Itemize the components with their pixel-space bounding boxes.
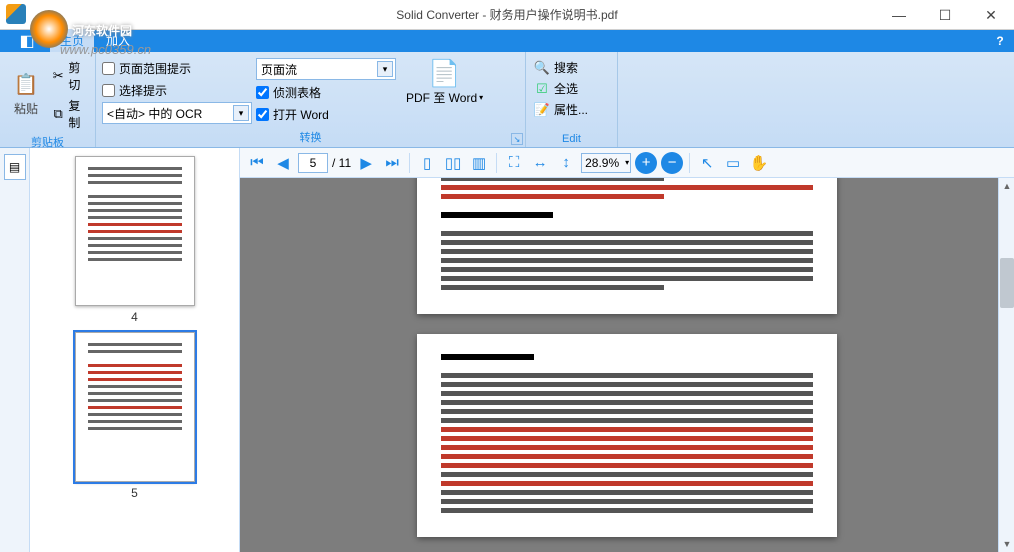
- thumbnail-page-4-number: 4: [75, 310, 195, 324]
- group-convert-label: 转换: [102, 127, 519, 145]
- search-icon: 🔍: [534, 60, 550, 76]
- group-convert: 页面范围提示 选择提示 <自动> 中的 OCR ▾ 页面流 ▾ 侦测表格: [96, 52, 526, 147]
- document-page: [417, 178, 837, 314]
- pdf-to-word-icon: 📄: [428, 58, 460, 89]
- group-edit-label: Edit: [532, 131, 611, 145]
- copy-label: 复制: [68, 97, 87, 131]
- vertical-tabstrip: ▤: [0, 148, 30, 552]
- page-number-input[interactable]: [298, 153, 328, 173]
- content-area: ▤ 4 5 ⏮ ◀ / 11 ▶: [0, 148, 1014, 552]
- open-word-label: 打开 Word: [273, 106, 329, 123]
- page-total-label: / 11: [332, 156, 351, 170]
- two-page-view-button[interactable]: ▯▯: [442, 152, 464, 174]
- ocr-select[interactable]: <自动> 中的 OCR ▾: [102, 102, 252, 124]
- paste-icon: 📋: [13, 72, 39, 98]
- first-page-button[interactable]: ⏮: [246, 152, 268, 174]
- window-title: Solid Converter - 财务用户操作说明书.pdf: [396, 6, 617, 23]
- properties-label: 属性...: [554, 101, 588, 118]
- chevron-down-icon: ▾: [479, 93, 483, 102]
- zoom-in-button[interactable]: +: [635, 152, 657, 174]
- prev-page-button[interactable]: ◀: [272, 152, 294, 174]
- ribbon-tabs: ◧ 主页 加入 ?: [0, 30, 1014, 52]
- page-range-hint-label: 页面范围提示: [119, 60, 191, 77]
- app-logo-icon: [6, 4, 26, 24]
- group-clipboard-label: 剪贴板: [6, 132, 89, 150]
- pageflow-select-value: 页面流: [261, 61, 297, 78]
- select-all-label: 全选: [554, 80, 578, 97]
- copy-icon: ⧉: [52, 106, 64, 122]
- minimize-button[interactable]: —: [876, 0, 922, 30]
- group-clipboard: 📋 粘贴 ✂ 剪切 ⧉ 复制 剪贴板: [0, 52, 96, 147]
- pdf-to-word-label: PDF 至 Word: [406, 89, 477, 106]
- hand-tool-button[interactable]: ✋: [748, 152, 770, 174]
- zoom-out-button[interactable]: −: [661, 152, 683, 174]
- marquee-tool-button[interactable]: ▭: [722, 152, 744, 174]
- detect-table-label: 侦测表格: [273, 84, 321, 101]
- document-page: [417, 334, 837, 537]
- pointer-tool-button[interactable]: ↖: [696, 152, 718, 174]
- detect-table-checkbox[interactable]: 侦测表格: [256, 82, 396, 102]
- pageflow-select[interactable]: 页面流 ▾: [256, 58, 396, 80]
- cut-button[interactable]: ✂ 剪切: [50, 58, 89, 94]
- select-hint-checkbox[interactable]: 选择提示: [102, 80, 252, 100]
- maximize-button[interactable]: ☐: [922, 0, 968, 30]
- dropdown-arrow-icon: ▾: [377, 61, 393, 77]
- pdf-to-word-button[interactable]: 📄 PDF 至 Word▾: [400, 56, 489, 127]
- next-page-button[interactable]: ▶: [355, 152, 377, 174]
- search-label: 搜索: [554, 59, 578, 76]
- select-all-button[interactable]: ☑ 全选: [532, 79, 590, 98]
- ocr-select-value: <自动> 中的 OCR: [107, 105, 202, 122]
- cut-label: 剪切: [68, 59, 87, 93]
- close-button[interactable]: ✕: [968, 0, 1014, 30]
- document-canvas[interactable]: www.pHome: [240, 178, 1014, 552]
- last-page-button[interactable]: ⏭: [381, 152, 403, 174]
- fit-page-button[interactable]: ⛶: [503, 152, 525, 174]
- chevron-down-icon: ▾: [625, 158, 629, 167]
- paste-button[interactable]: 📋 粘贴: [6, 56, 46, 132]
- copy-button[interactable]: ⧉ 复制: [50, 96, 89, 132]
- page-range-hint-checkbox[interactable]: 页面范围提示: [102, 58, 252, 78]
- select-all-icon: ☑: [534, 81, 550, 97]
- properties-icon: 📝: [534, 102, 550, 118]
- thumbnail-page-5-number: 5: [75, 486, 195, 500]
- single-page-view-button[interactable]: ▯: [416, 152, 438, 174]
- paste-label: 粘贴: [14, 100, 38, 117]
- titlebar: Solid Converter - 财务用户操作说明书.pdf — ☐ ✕: [0, 0, 1014, 30]
- scroll-up-arrow-icon[interactable]: ▲: [999, 178, 1014, 194]
- thumbnails-tab[interactable]: ▤: [4, 154, 26, 180]
- vertical-scrollbar[interactable]: ▲ ▼: [998, 178, 1014, 552]
- fit-height-button[interactable]: ↕: [555, 152, 577, 174]
- zoom-combo[interactable]: 28.9% ▾: [581, 153, 631, 173]
- select-hint-label: 选择提示: [119, 82, 167, 99]
- open-word-checkbox[interactable]: 打开 Word: [256, 104, 396, 124]
- scrollbar-thumb[interactable]: [1000, 258, 1014, 308]
- dropdown-arrow-icon: ▾: [233, 105, 249, 121]
- thumbnail-page-4[interactable]: 4: [75, 156, 195, 324]
- cut-icon: ✂: [52, 68, 64, 84]
- viewer-toolbar: ⏮ ◀ / 11 ▶ ⏭ ▯ ▯▯ ▥ ⛶ ↔ ↕ 28.9% ▾ + − ↖ …: [240, 148, 1014, 178]
- properties-button[interactable]: 📝 属性...: [532, 100, 590, 119]
- scroll-down-arrow-icon[interactable]: ▼: [999, 536, 1014, 552]
- zoom-value: 28.9%: [585, 156, 619, 170]
- group-edit: 🔍 搜索 ☑ 全选 📝 属性... Edit: [526, 52, 618, 147]
- site-watermark-url: www.pc0359.cn: [60, 42, 151, 57]
- continuous-view-button[interactable]: ▥: [468, 152, 490, 174]
- ribbon: 📋 粘贴 ✂ 剪切 ⧉ 复制 剪贴板 页面范围提示: [0, 52, 1014, 148]
- help-button[interactable]: ?: [992, 33, 1008, 49]
- fit-width-button[interactable]: ↔: [529, 152, 551, 174]
- search-button[interactable]: 🔍 搜索: [532, 58, 590, 77]
- convert-dialog-launcher[interactable]: ↘: [511, 133, 523, 145]
- thumbnail-panel: 4 5: [30, 148, 240, 552]
- viewer: ⏮ ◀ / 11 ▶ ⏭ ▯ ▯▯ ▥ ⛶ ↔ ↕ 28.9% ▾ + − ↖ …: [240, 148, 1014, 552]
- thumbnail-page-5[interactable]: 5: [75, 332, 195, 500]
